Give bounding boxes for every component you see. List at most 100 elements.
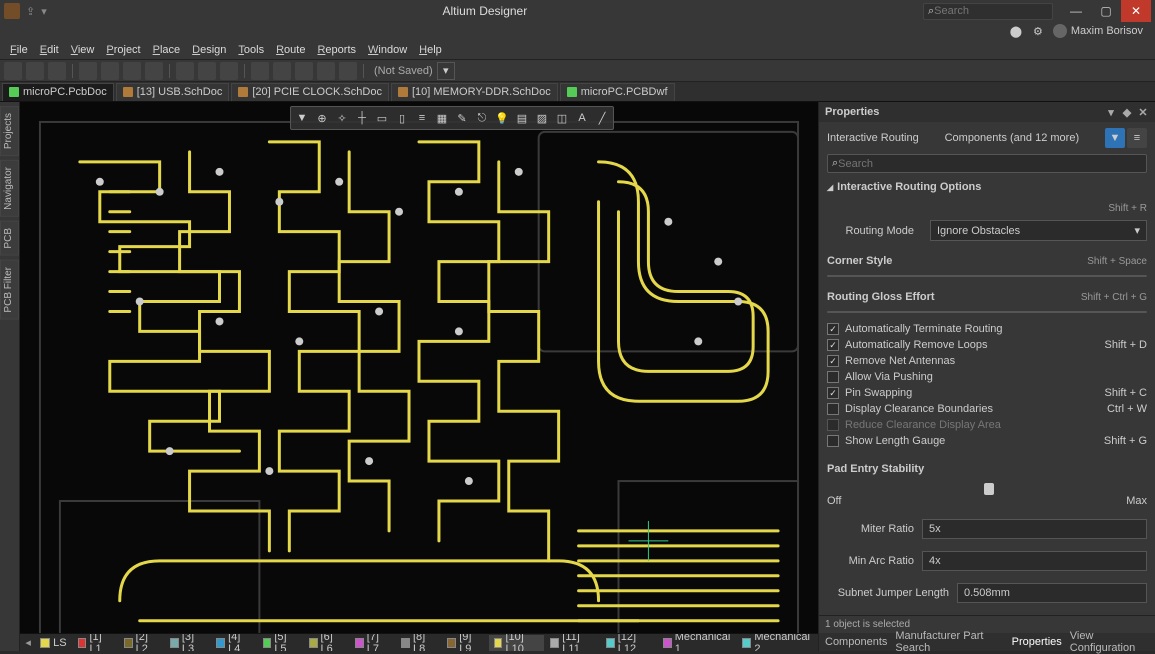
toolbar-button[interactable] (48, 62, 66, 80)
toolbar-button[interactable] (295, 62, 313, 80)
layer-chip[interactable]: LS (35, 635, 71, 651)
toolbar-button[interactable] (4, 62, 22, 80)
global-search[interactable]: ⌕ (923, 3, 1053, 20)
tool-icon[interactable]: ✧ (333, 109, 351, 127)
toolbar-button[interactable] (79, 62, 97, 80)
toolbar-button[interactable] (101, 62, 119, 80)
tool-icon[interactable]: ⎋ (473, 109, 491, 127)
checkbox-row[interactable]: Automatically Remove LoopsShift + D (827, 339, 1147, 351)
menu-file[interactable]: File (6, 42, 32, 58)
user-tag[interactable]: Maxim Borisov (1053, 24, 1143, 38)
property-search[interactable]: ⌕ (827, 154, 1147, 173)
side-tab-pcb[interactable]: PCB (0, 221, 19, 256)
tool-icon[interactable]: ≡ (413, 109, 431, 127)
checkbox[interactable] (827, 339, 839, 351)
tool-icon[interactable]: ▯ (393, 109, 411, 127)
menu-route[interactable]: Route (272, 42, 309, 58)
checkbox[interactable] (827, 371, 839, 383)
tool-icon[interactable]: ▭ (373, 109, 391, 127)
checkbox[interactable] (827, 323, 839, 335)
checkbox[interactable] (827, 435, 839, 447)
checkbox-row[interactable]: Automatically Terminate Routing (827, 323, 1147, 335)
panel-tab[interactable]: View Configuration (1070, 630, 1149, 654)
toolbar-button[interactable] (339, 62, 357, 80)
jumper-input[interactable] (957, 583, 1147, 603)
toolbar-button[interactable] (198, 62, 216, 80)
miter-ratio-input[interactable] (922, 519, 1147, 539)
tool-icon[interactable]: ┼ (353, 109, 371, 127)
save-dropdown[interactable]: ▾ (437, 62, 455, 80)
tool-icon[interactable]: ▨ (533, 109, 551, 127)
layer-chip[interactable]: [9] L9 (442, 635, 487, 651)
toolbar-button[interactable] (317, 62, 335, 80)
layer-chip[interactable]: [6] L6 (304, 635, 349, 651)
corner-option[interactable] (892, 276, 956, 277)
tool-icon[interactable]: ╱ (593, 109, 611, 127)
filter-button[interactable]: ▼ (1105, 128, 1125, 148)
layer-chip[interactable]: [11] L11 (545, 635, 599, 651)
layer-chip[interactable]: [8] L8 (396, 635, 441, 651)
panel-menu-icon[interactable]: ▾ (1105, 106, 1117, 119)
menu-tools[interactable]: Tools (234, 42, 268, 58)
layer-chip[interactable]: [7] L7 (350, 635, 395, 651)
toolbar-button[interactable] (145, 62, 163, 80)
tool-icon[interactable]: ✎ (453, 109, 471, 127)
tool-icon[interactable]: ▦ (433, 109, 451, 127)
toolbar-button[interactable] (273, 62, 291, 80)
layer-chip[interactable]: [1] L1 (73, 635, 118, 651)
menu-design[interactable]: Design (188, 42, 230, 58)
section-header[interactable]: ◢ Interactive Routing Options (827, 181, 1147, 193)
toolbar-button[interactable] (251, 62, 269, 80)
menu-project[interactable]: Project (102, 42, 144, 58)
layer-chip[interactable]: [2] L2 (119, 635, 164, 651)
tool-icon[interactable]: ▤ (513, 109, 531, 127)
pcb-canvas[interactable]: ▼ ⊕ ✧ ┼ ▭ ▯ ≡ ▦ ✎ ⎋ 💡 ▤ ▨ ◫ A ╱ (20, 102, 818, 633)
menu-place[interactable]: Place (149, 42, 185, 58)
corner-option[interactable] (1083, 276, 1146, 277)
minimize-button[interactable]: — (1061, 0, 1091, 22)
toolbar-button[interactable] (176, 62, 194, 80)
components-link[interactable]: Components (and 12 more) (945, 132, 1080, 144)
corner-option[interactable] (1019, 276, 1083, 277)
list-button[interactable]: ≡ (1127, 128, 1147, 148)
checkbox[interactable] (827, 403, 839, 415)
menu-view[interactable]: View (67, 42, 99, 58)
menu-window[interactable]: Window (364, 42, 411, 58)
layer-chip[interactable]: [10] L10 (489, 635, 545, 651)
gloss-option[interactable]: Strong (1041, 312, 1146, 313)
property-search-input[interactable] (838, 158, 1142, 170)
doc-tab[interactable]: [20] PCIE CLOCK.SchDoc (231, 83, 389, 101)
corner-option[interactable] (828, 276, 892, 277)
checkbox-row[interactable]: Allow Via Pushing (827, 371, 1147, 383)
doc-tab[interactable]: [13] USB.SchDoc (116, 83, 230, 101)
checkbox-row[interactable]: Show Length GaugeShift + G (827, 435, 1147, 447)
layer-chip[interactable]: [12] L12 (601, 635, 657, 651)
corner-option[interactable] (956, 276, 1020, 277)
layer-chip[interactable]: [5] L5 (258, 635, 303, 651)
doc-tab[interactable]: [10] MEMORY-DDR.SchDoc (391, 83, 558, 101)
panel-tab[interactable]: Components (825, 636, 887, 648)
tool-icon[interactable]: ◫ (553, 109, 571, 127)
min-arc-input[interactable] (922, 551, 1147, 571)
toolbar-button[interactable] (123, 62, 141, 80)
filter-icon[interactable]: ▼ (293, 109, 311, 127)
menu-edit[interactable]: Edit (36, 42, 63, 58)
checkbox[interactable] (827, 355, 839, 367)
menu-reports[interactable]: Reports (313, 42, 360, 58)
side-tab-pcb-filter[interactable]: PCB Filter (0, 260, 19, 320)
notification-icon[interactable]: ⬤ (1009, 24, 1023, 38)
checkbox-row[interactable]: Pin SwappingShift + C (827, 387, 1147, 399)
settings-icon[interactable]: ⚙ (1031, 24, 1045, 38)
doc-tab[interactable]: microPC.PCBDwf (560, 83, 675, 101)
panel-pin-icon[interactable]: ◆ (1121, 106, 1133, 119)
layer-chip[interactable]: Mechanical 2 (737, 635, 816, 651)
checkbox[interactable] (827, 387, 839, 399)
layer-chip[interactable]: [4] L4 (211, 635, 256, 651)
panel-close-icon[interactable]: ✕ (1137, 106, 1149, 119)
panel-tab[interactable]: Properties (1012, 636, 1062, 648)
toolbar-button[interactable] (26, 62, 44, 80)
share-icon[interactable]: ⇪ (26, 5, 35, 18)
tool-icon[interactable]: 💡 (493, 109, 511, 127)
gloss-option[interactable]: Weak (934, 312, 1040, 313)
global-search-input[interactable] (934, 5, 1048, 17)
